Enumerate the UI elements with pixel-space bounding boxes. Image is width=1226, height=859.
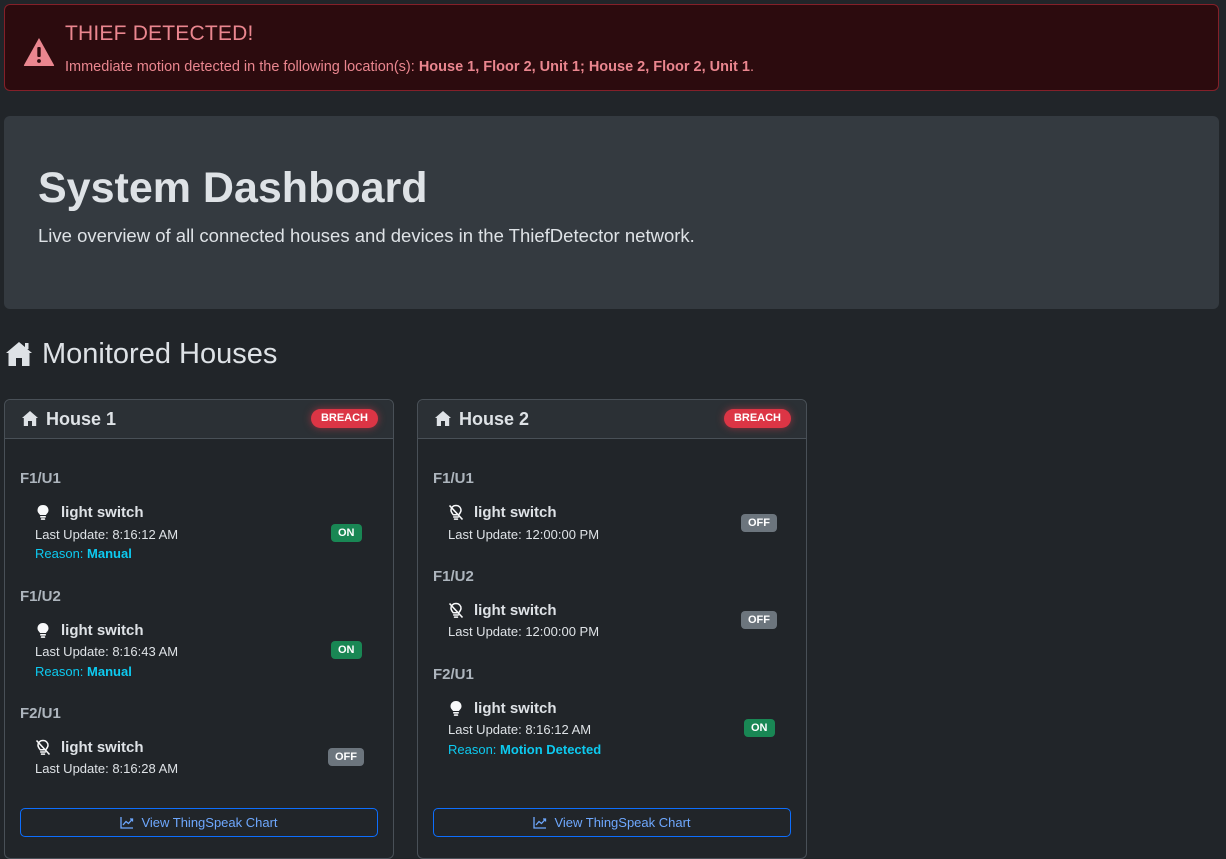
chart-line-icon	[120, 817, 134, 829]
device-name: light switch	[61, 739, 144, 756]
lightbulb-icon	[37, 623, 49, 638]
device-name: light switch	[474, 700, 557, 717]
unit-label: F1/U1	[433, 470, 474, 487]
state-badge: ON	[744, 719, 775, 737]
unit-label: F2/U1	[433, 666, 474, 683]
dashboard-hero: System Dashboard Live overview of all co…	[4, 116, 1219, 309]
alert-message-suffix: .	[749, 59, 754, 75]
chart-line-icon	[533, 817, 547, 829]
state-badge: OFF	[741, 514, 777, 532]
house-icon	[22, 411, 38, 426]
last-update: Last Update: 8:16:12 AM	[35, 527, 179, 542]
alert-locations: House 1, Floor 2, Unit 1; House 2, Floor…	[418, 59, 750, 75]
state-badge: ON	[331, 524, 362, 542]
alert-title: THIEF DETECTED!	[65, 22, 254, 45]
state-badge: OFF	[328, 748, 364, 766]
reason-label: Reason:	[35, 546, 88, 561]
house-icon	[6, 342, 32, 366]
reason-label: Reason:	[448, 742, 501, 757]
page-subtitle: Live overview of all connected houses an…	[38, 225, 695, 246]
section-heading: Monitored Houses	[4, 334, 277, 374]
reason-value: Manual	[87, 546, 132, 561]
section-title: Monitored Houses	[42, 337, 278, 370]
reason: Reason: Manual	[35, 664, 132, 679]
unit-label: F2/U1	[20, 705, 61, 722]
device-name: light switch	[61, 622, 144, 639]
reason-label: Reason:	[35, 664, 88, 679]
house-name: House 1	[46, 409, 117, 429]
house-card-header: House 2 BREACH	[418, 400, 806, 439]
status-badge: BREACH	[723, 409, 791, 428]
state-badge: ON	[331, 641, 362, 659]
house-card-1: House 1 BREACH F1/U1 light switch Last U…	[4, 399, 394, 859]
lightbulb-icon	[450, 701, 462, 716]
house-card-header: House 1 BREACH	[5, 400, 393, 439]
thief-alert: THIEF DETECTED! Immediate motion detecte…	[4, 4, 1219, 91]
view-chart-button[interactable]: View ThingSpeak Chart	[433, 808, 791, 837]
last-update: Last Update: 8:16:12 AM	[448, 722, 592, 737]
page-title: System Dashboard	[38, 164, 428, 212]
lightbulb-off-icon	[448, 602, 464, 619]
device-name: light switch	[474, 504, 557, 521]
house-card-2: House 2 BREACH F1/U1 light switch Last U…	[417, 399, 807, 859]
view-chart-button[interactable]: View ThingSpeak Chart	[20, 808, 378, 837]
last-update: Last Update: 12:00:00 PM	[448, 527, 600, 542]
last-update: Last Update: 8:16:28 AM	[35, 761, 179, 776]
lightbulb-icon	[37, 505, 49, 520]
last-update: Last Update: 8:16:43 AM	[35, 644, 179, 659]
warning-triangle-icon	[23, 38, 55, 66]
device-name: light switch	[61, 504, 144, 521]
alert-message: Immediate motion detected in the followi…	[65, 59, 754, 75]
lightbulb-off-icon	[35, 739, 51, 756]
lightbulb-off-icon	[448, 504, 464, 521]
reason-value: Manual	[87, 664, 132, 679]
unit-label: F1/U2	[433, 568, 474, 585]
reason: Reason: Manual	[35, 546, 132, 561]
reason: Reason: Motion Detected	[448, 742, 601, 757]
status-badge: BREACH	[310, 409, 378, 428]
house-icon	[435, 411, 451, 426]
house-name: House 2	[459, 409, 530, 429]
view-chart-label: View ThingSpeak Chart	[554, 815, 691, 830]
unit-label: F1/U1	[20, 470, 61, 487]
alert-message-prefix: Immediate motion detected in the followi…	[65, 59, 419, 75]
last-update: Last Update: 12:00:00 PM	[448, 624, 600, 639]
unit-label: F1/U2	[20, 588, 61, 605]
device-name: light switch	[474, 602, 557, 619]
state-badge: OFF	[741, 611, 777, 629]
view-chart-label: View ThingSpeak Chart	[141, 815, 278, 830]
reason-value: Motion Detected	[500, 742, 602, 757]
